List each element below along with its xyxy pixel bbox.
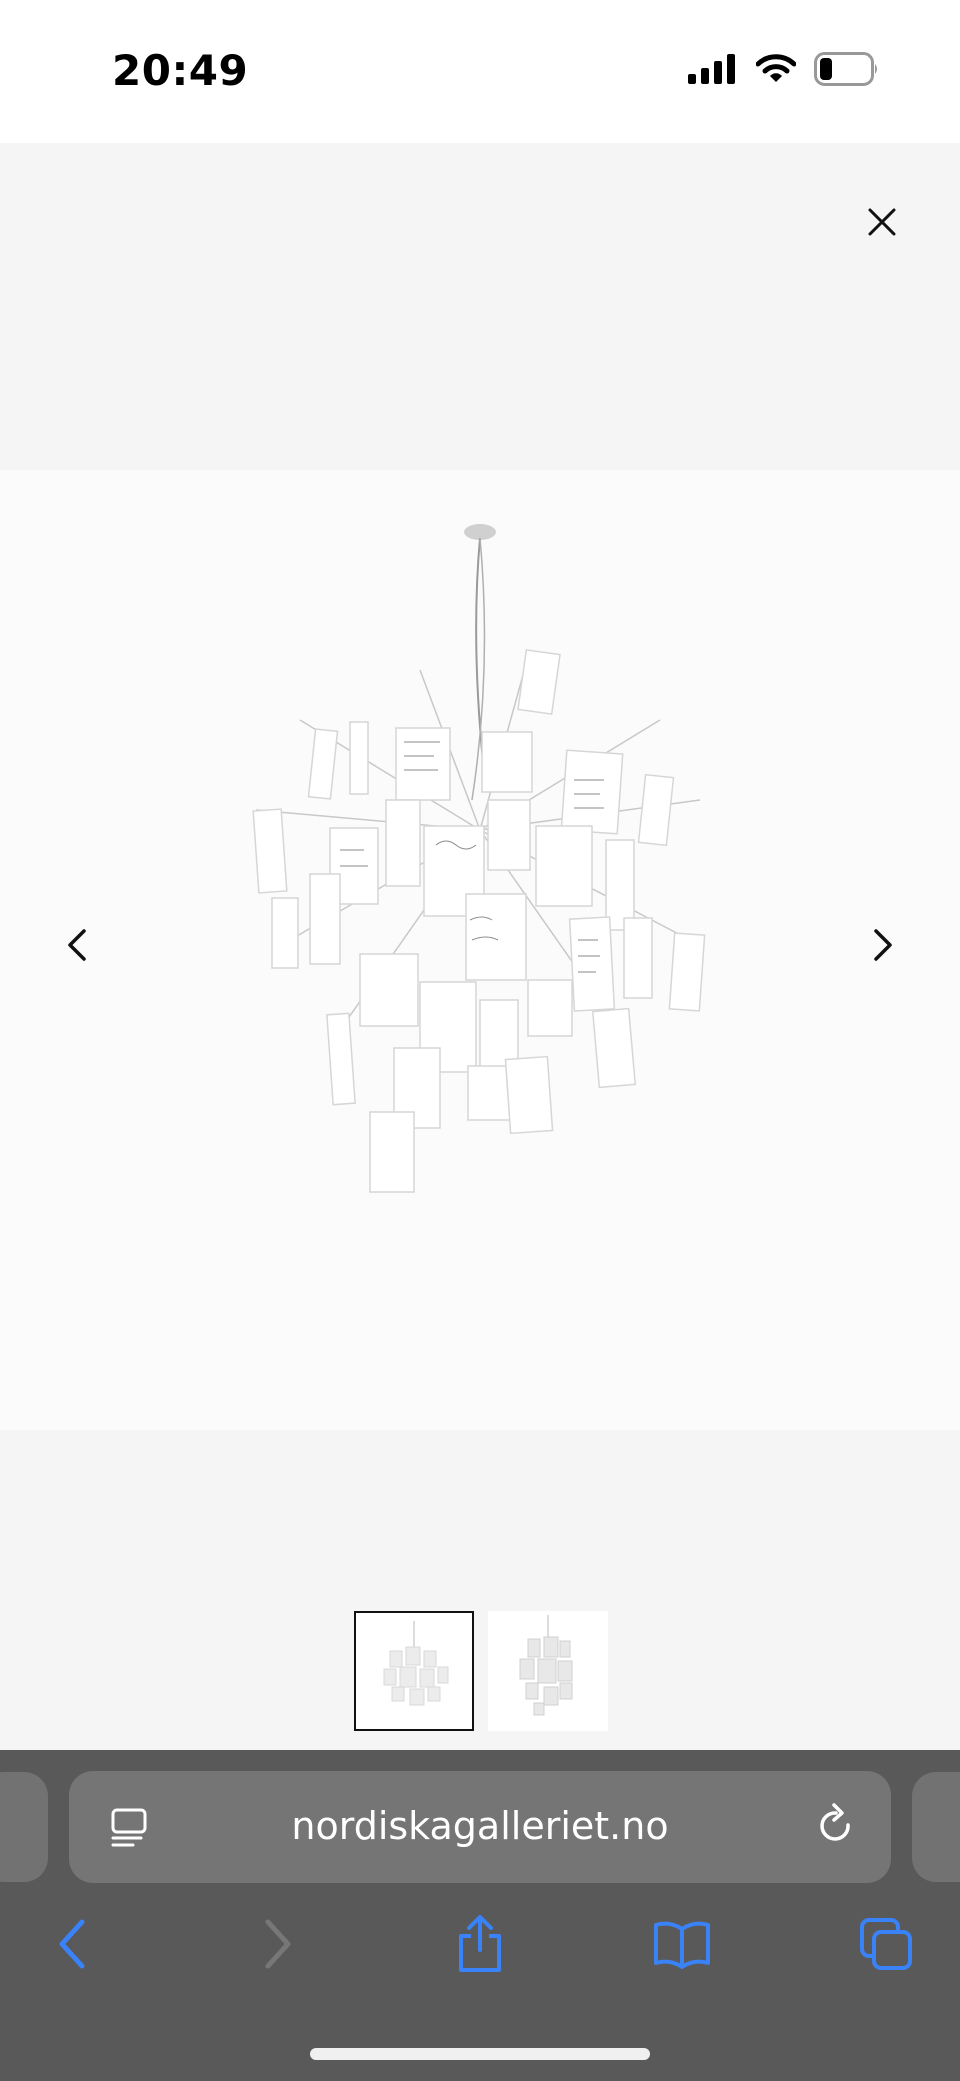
close-icon xyxy=(868,208,896,236)
share-button[interactable] xyxy=(450,1914,510,1974)
share-icon xyxy=(459,1915,501,1972)
chandelier-thumbnail-side[interactable] xyxy=(488,1611,608,1731)
status-icons xyxy=(688,52,880,86)
home-indicator[interactable] xyxy=(310,2048,650,2060)
thumbnail-image xyxy=(519,1615,573,1716)
tabs-button[interactable] xyxy=(856,1914,916,1974)
reload-icon[interactable] xyxy=(814,1803,858,1849)
thumbnail-image xyxy=(383,1621,449,1706)
tabs-icon xyxy=(860,1918,912,1970)
chevron-left-icon xyxy=(68,929,86,961)
status-time: 20:49 xyxy=(112,46,249,95)
next-tab-preview[interactable] xyxy=(912,1772,960,1882)
address-bar[interactable]: nordiskagalleriet.no xyxy=(69,1771,891,1883)
back-icon xyxy=(59,1919,85,1969)
forward-button[interactable] xyxy=(248,1914,308,1974)
thumbnail-strip xyxy=(0,1430,960,1750)
gallery-header xyxy=(0,143,960,470)
chevron-right-icon xyxy=(874,929,892,961)
back-button[interactable] xyxy=(42,1914,102,1974)
cellular-signal-icon xyxy=(688,54,735,84)
close-button[interactable] xyxy=(862,202,902,242)
bookmarks-icon xyxy=(654,1921,710,1969)
chandelier-thumbnail-front[interactable] xyxy=(354,1611,474,1731)
chandelier-image xyxy=(252,524,706,1193)
next-image-button[interactable] xyxy=(862,925,902,965)
battery-icon xyxy=(814,52,877,86)
status-bar: 20:49 xyxy=(0,0,960,143)
main-image-area xyxy=(0,470,960,1430)
forward-icon xyxy=(265,1919,291,1969)
url-text[interactable]: nordiskagalleriet.no xyxy=(69,1804,891,1848)
wifi-icon xyxy=(756,54,796,82)
previous-image-button[interactable] xyxy=(58,925,98,965)
previous-tab-preview[interactable] xyxy=(0,1772,48,1882)
bookmarks-button[interactable] xyxy=(652,1914,712,1974)
